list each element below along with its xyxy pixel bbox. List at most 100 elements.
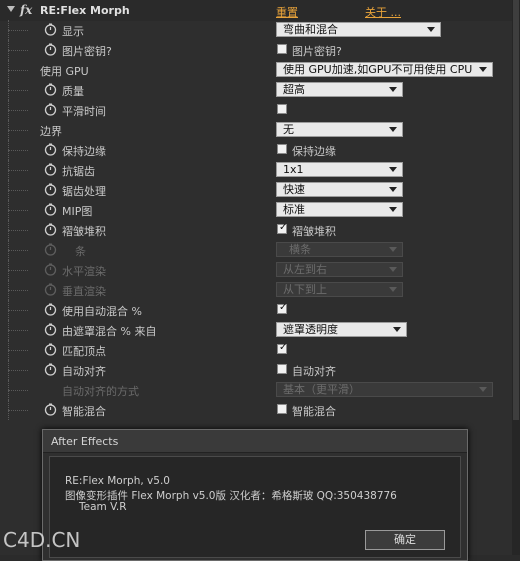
- stopwatch-icon: [44, 243, 57, 256]
- aa-process-dropdown[interactable]: 快速: [276, 182, 403, 197]
- param-row-smart-blend: 智能混合 智能混合: [0, 400, 510, 420]
- display-dropdown[interactable]: 弯曲和混合: [276, 22, 441, 37]
- align-method-dropdown: 基本（更平滑）: [276, 382, 493, 397]
- stopwatch-icon[interactable]: [44, 83, 57, 96]
- stopwatch-icon[interactable]: [44, 43, 57, 56]
- param-label: 边界: [40, 125, 62, 138]
- stopwatch-icon[interactable]: [44, 343, 57, 356]
- param-label: 质量: [62, 85, 84, 98]
- param-row-aa-process: 锯齿处理 快速: [0, 180, 510, 200]
- team-text: Team V.R: [79, 501, 127, 513]
- chevron-down-icon: [389, 187, 397, 192]
- dropdown-value: 横条: [289, 243, 311, 256]
- param-row-smooth-time: 平滑时间: [0, 100, 510, 120]
- stopwatch-icon[interactable]: [44, 223, 57, 236]
- dropdown-value: 弯曲和混合: [283, 23, 338, 36]
- dropdown-value: 从左到右: [283, 263, 327, 276]
- chevron-down-icon: [389, 247, 397, 252]
- checkmark-icon: ✓: [279, 342, 288, 353]
- stopwatch-icon[interactable]: [44, 143, 57, 156]
- keep-edge-checkbox[interactable]: [277, 144, 287, 154]
- chevron-down-icon: [389, 127, 397, 132]
- param-label: 保持边缘: [62, 145, 106, 158]
- border-dropdown[interactable]: 无: [276, 122, 403, 137]
- dialog-title: After Effects: [51, 435, 119, 448]
- stopwatch-icon[interactable]: [44, 23, 57, 36]
- auto-align-checkbox[interactable]: [277, 364, 287, 374]
- dropdown-value: 基本（更平滑）: [283, 383, 360, 396]
- stopwatch-icon[interactable]: [44, 203, 57, 216]
- stopwatch-icon[interactable]: [44, 163, 57, 176]
- effect-title: RE:Flex Morph: [40, 4, 130, 17]
- gpu-dropdown[interactable]: 使用 GPU加速,如GPU不可用使用 CPU: [276, 62, 493, 77]
- chevron-down-icon: [389, 87, 397, 92]
- checkbox-label: 褶皱堆积: [292, 225, 336, 238]
- param-label: 抗锯齿: [62, 165, 95, 178]
- param-row-display: 显示 弯曲和混合: [0, 20, 510, 40]
- reset-link[interactable]: 重置: [276, 4, 298, 20]
- scrollbar-thumb[interactable]: [513, 0, 519, 420]
- scrollbar[interactable]: [512, 0, 520, 555]
- mask-blend-dropdown[interactable]: 遮罩透明度: [276, 322, 407, 337]
- checkbox-label: 保持边缘: [292, 145, 336, 158]
- smooth-time-checkbox[interactable]: [277, 104, 287, 114]
- ok-button[interactable]: 确定: [365, 530, 445, 550]
- image-key-checkbox[interactable]: [277, 44, 287, 54]
- mip-dropdown[interactable]: 标准: [276, 202, 403, 217]
- bar-dropdown: 横条: [276, 242, 403, 257]
- dropdown-value: 遮罩透明度: [283, 323, 338, 336]
- param-row-align-method: 自动对齐的方式 基本（更平滑）: [0, 380, 510, 400]
- param-row-auto-align: 自动对齐 自动对齐: [0, 360, 510, 380]
- chevron-down-icon: [389, 207, 397, 212]
- antialias-dropdown[interactable]: 1x1: [276, 162, 403, 177]
- param-row-auto-blend: 使用自动混合 % ✓: [0, 300, 510, 320]
- param-row-border: 边界 无: [0, 120, 510, 140]
- dropdown-value: 1x1: [283, 163, 304, 176]
- dropdown-value: 从下到上: [283, 283, 327, 296]
- param-label: 由遮罩混合 % 来自: [62, 325, 157, 338]
- fx-icon[interactable]: fx: [20, 3, 32, 17]
- stopwatch-icon[interactable]: [44, 323, 57, 336]
- effect-header: fx RE:Flex Morph 重置 关于 ...: [0, 0, 520, 21]
- auto-blend-checkbox[interactable]: ✓: [277, 302, 288, 314]
- param-row-v-render: 垂直渲染 从下到上: [0, 280, 510, 300]
- h-render-dropdown: 从左到右: [276, 262, 403, 277]
- stopwatch-icon[interactable]: [44, 303, 57, 316]
- checkbox-label: 图片密钥?: [292, 45, 342, 58]
- param-row-mask-blend: 由遮罩混合 % 来自 遮罩透明度: [0, 320, 510, 340]
- stopwatch-icon[interactable]: [44, 183, 57, 196]
- param-label: 条: [75, 245, 86, 258]
- stopwatch-icon[interactable]: [44, 363, 57, 376]
- param-label: 自动对齐的方式: [62, 385, 139, 398]
- param-row-quality: 质量 超高: [0, 80, 510, 100]
- smart-blend-checkbox[interactable]: [277, 404, 287, 414]
- watermark: C4D.CN: [3, 528, 81, 552]
- chevron-down-icon: [389, 167, 397, 172]
- checkmark-icon: ✓: [279, 302, 288, 313]
- chevron-down-icon: [393, 327, 401, 332]
- param-row-keep-edge: 保持边缘 保持边缘: [0, 140, 510, 160]
- param-row-bar: 条 横条: [0, 240, 510, 260]
- quality-dropdown[interactable]: 超高: [276, 82, 403, 97]
- stopwatch-icon[interactable]: [44, 403, 57, 416]
- checkbox-label: 自动对齐: [292, 365, 336, 378]
- param-label: 自动对齐: [62, 365, 106, 378]
- collapse-triangle-icon[interactable]: [7, 6, 15, 12]
- param-label: 显示: [62, 25, 84, 38]
- param-label: 图片密钥?: [62, 45, 112, 58]
- about-link[interactable]: 关于 ...: [365, 4, 401, 20]
- param-row-match-vertex: 匹配顶点 ✓: [0, 340, 510, 360]
- param-label: 褶皱堆积: [62, 225, 106, 238]
- param-label: 锯齿处理: [62, 185, 106, 198]
- stopwatch-icon: [44, 263, 57, 276]
- stopwatch-icon: [44, 283, 57, 296]
- param-row-use-gpu: 使用 GPU 使用 GPU加速,如GPU不可用使用 CPU: [0, 60, 510, 80]
- chevron-down-icon: [427, 27, 435, 32]
- dialog-titlebar[interactable]: After Effects: [43, 430, 467, 453]
- chevron-down-icon: [479, 67, 487, 72]
- match-vertex-checkbox[interactable]: ✓: [277, 342, 288, 354]
- dropdown-value: 使用 GPU加速,如GPU不可用使用 CPU: [283, 63, 473, 76]
- stopwatch-icon[interactable]: [44, 103, 57, 116]
- about-dialog: After Effects RE:Flex Morph, v5.0 图像变形插件…: [42, 429, 468, 561]
- pleat-checkbox[interactable]: ✓: [277, 222, 287, 234]
